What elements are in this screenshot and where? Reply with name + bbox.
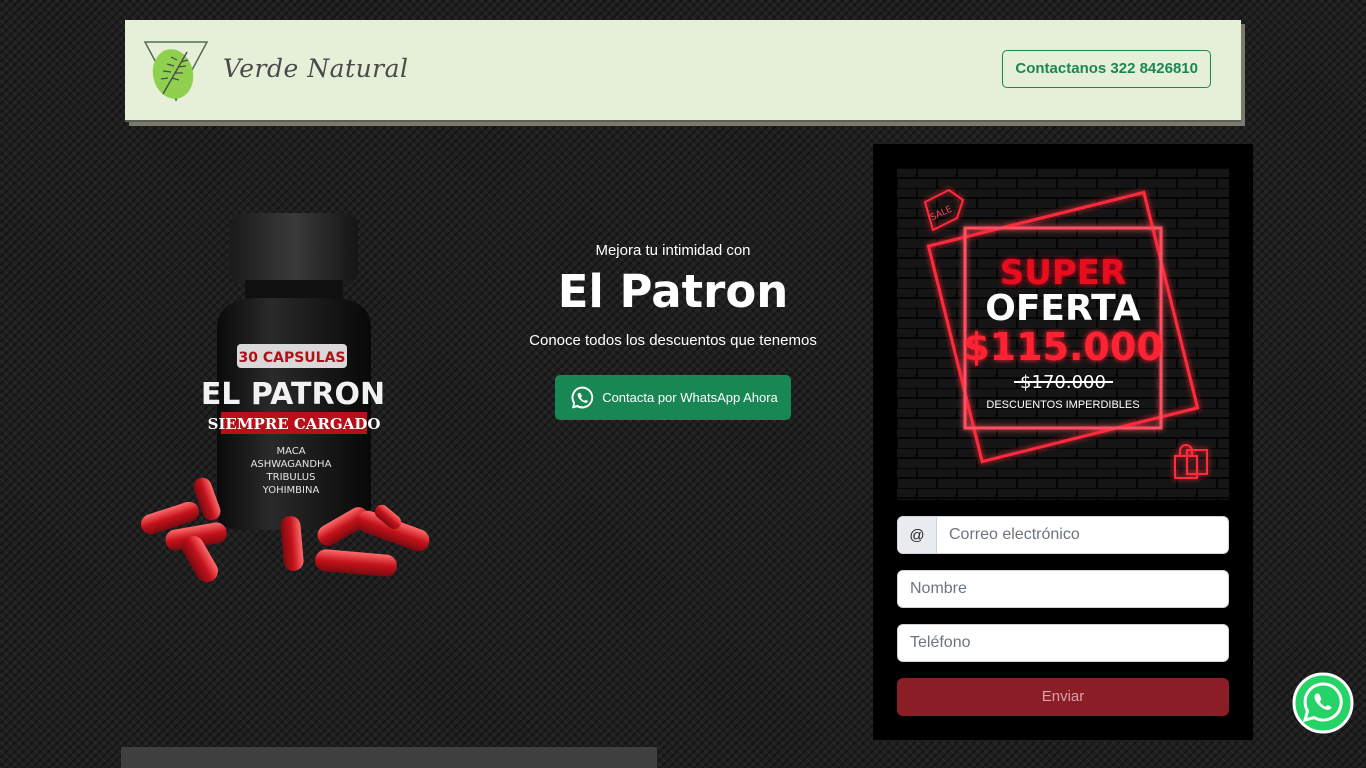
leaf-logo-icon bbox=[143, 41, 209, 102]
footer-bar bbox=[121, 747, 657, 768]
email-prefix-addon: @ bbox=[898, 517, 937, 553]
phone-field[interactable]: Teléfono bbox=[897, 624, 1229, 662]
promo-super-text: SUPER bbox=[1000, 253, 1126, 293]
hero-subtitle: Conoce todos los descuentos que tenemos bbox=[529, 332, 817, 349]
ingredient-1: MACA bbox=[276, 446, 305, 457]
offer-form-panel: SALE SUPER OFERTA $115.000 $170.000 DESC… bbox=[873, 144, 1253, 740]
hero-pretitle: Mejora tu intimidad con bbox=[595, 242, 751, 259]
whatsapp-contact-button[interactable]: Contacta por WhatsApp Ahora bbox=[555, 375, 791, 420]
promo-oferta-text: OFERTA bbox=[985, 288, 1141, 329]
ingredient-3: TRIBULUS bbox=[266, 472, 316, 483]
whatsapp-button-label: Contacta por WhatsApp Ahora bbox=[602, 390, 778, 405]
floating-whatsapp-icon[interactable] bbox=[1292, 672, 1354, 734]
promo-note-text: DESCUENTOS IMPERDIBLES bbox=[986, 399, 1139, 411]
ingredient-4: YOHIMBINA bbox=[262, 485, 320, 496]
promo-banner: SALE SUPER OFERTA $115.000 $170.000 DESC… bbox=[897, 168, 1229, 500]
name-placeholder: Nombre bbox=[910, 580, 967, 597]
neon-offer-graphic: SALE SUPER OFERTA $115.000 $170.000 DESC… bbox=[897, 168, 1229, 500]
site-header: Verde Natural Contactanos 322 8426810 bbox=[125, 20, 1241, 122]
phone-placeholder: Teléfono bbox=[910, 634, 971, 651]
ingredient-2: ASHWAGANDHA bbox=[251, 459, 332, 470]
submit-button[interactable]: Enviar bbox=[897, 678, 1229, 716]
hero-section: Mejora tu intimidad con El Patron Conoce… bbox=[470, 240, 876, 420]
product-image: 30 CAPSULAS EL PATRON SIEMPRE CARGADO MA… bbox=[140, 213, 430, 583]
brand-name[interactable]: Verde Natural bbox=[223, 54, 409, 83]
product-name-label: EL PATRON bbox=[201, 377, 385, 412]
product-capsules-label: 30 CAPSULAS bbox=[238, 350, 345, 366]
contact-phone-button[interactable]: Contactanos 322 8426810 bbox=[1002, 50, 1211, 88]
email-field[interactable]: @ Correo electrónico bbox=[897, 516, 1229, 554]
email-placeholder: Correo electrónico bbox=[949, 526, 1080, 543]
product-tagline-label: SIEMPRE CARGADO bbox=[208, 415, 381, 433]
hero-title: El Patron bbox=[557, 265, 789, 318]
promo-price-text: $115.000 bbox=[963, 325, 1163, 369]
whatsapp-icon bbox=[571, 386, 594, 409]
name-field[interactable]: Nombre bbox=[897, 570, 1229, 608]
